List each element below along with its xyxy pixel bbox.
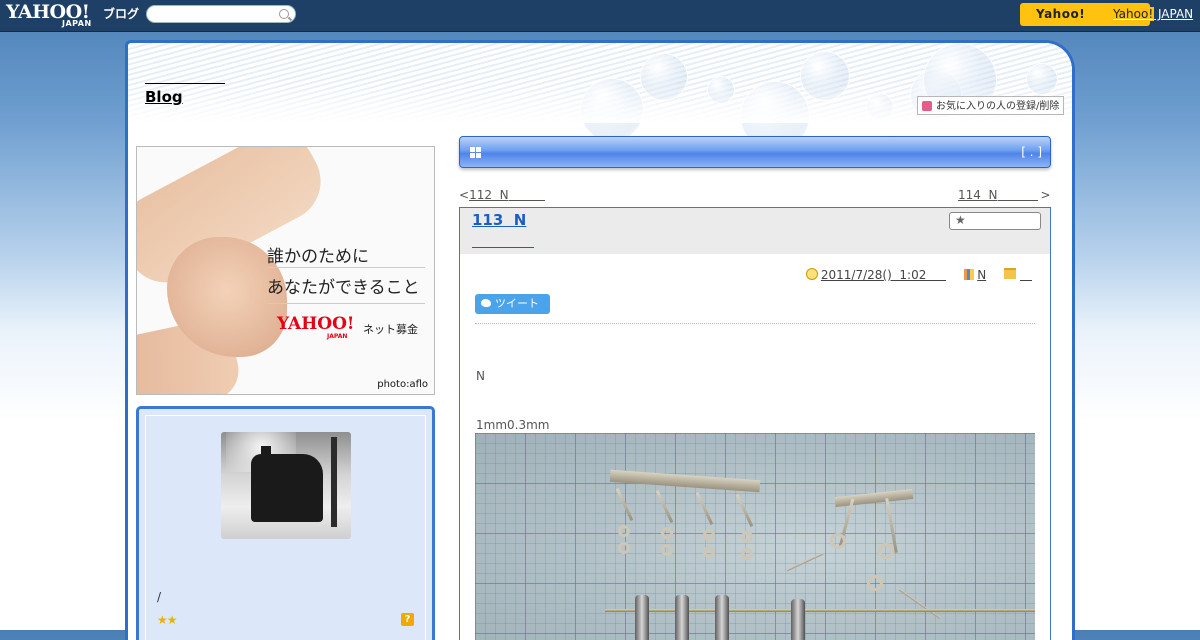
ad-line2: あなたができること — [267, 278, 420, 298]
photo-ring — [661, 527, 673, 539]
photo-wheel — [635, 595, 649, 640]
nav-prev-arrow: < — [459, 188, 470, 202]
tweet-button[interactable]: ツイート — [475, 294, 550, 314]
photo-locomotive — [251, 454, 323, 522]
heart-icon — [922, 101, 932, 111]
book-icon — [964, 269, 975, 280]
article-text-1: N — [476, 369, 485, 383]
blog-banner: Blog お気に入りの人の登録/削除 — [128, 43, 1072, 151]
article: 113 N ★ 2011/7/28() 1:02 N ツイート N 1mm0.3… — [459, 207, 1051, 640]
section-bar-bracket[interactable]: [ . ] — [1021, 145, 1042, 159]
photo-ring — [878, 543, 894, 559]
photo-ring — [703, 529, 715, 541]
favorite-star-button[interactable]: ★ — [949, 212, 1041, 230]
nav-next[interactable]: 114 N > — [958, 188, 1051, 202]
nav-prev[interactable]: <112 N — [459, 188, 545, 202]
photo-axle — [605, 609, 1035, 612]
favorite-register-label: お気に入りの人の登録/削除 — [936, 101, 1060, 112]
dotted-divider — [475, 323, 1035, 324]
ad-credit: photo:aflo — [377, 379, 428, 390]
article-text-2: 1mm0.3mm — [476, 418, 550, 432]
ad-service: ネット募金 — [363, 323, 418, 336]
photo-part — [609, 469, 761, 493]
ad-brand-sub: JAPAN — [327, 333, 348, 340]
profile-box: / ★★ ? — [136, 406, 435, 640]
ad-divider — [267, 303, 425, 304]
logo-japan: JAPAN — [62, 19, 92, 28]
photo-wheel — [715, 595, 729, 640]
grid-icon — [470, 147, 481, 158]
profile-slash: / — [157, 590, 162, 604]
photo-post — [331, 437, 337, 527]
yahoo-japan-link[interactable]: Yahoo! JAPAN — [1112, 7, 1193, 21]
favorite-register-button[interactable]: お気に入りの人の登録/削除 — [917, 96, 1064, 115]
clock-icon — [805, 268, 818, 280]
tweet-label: ツイート — [495, 297, 539, 310]
yahoo-japan-link-prefix: Yahoo! — [1112, 7, 1155, 21]
search-input[interactable] — [146, 5, 296, 23]
blog-frame: Blog お気に入りの人の登録/削除 誰かのために あなたができること YAHO… — [125, 40, 1075, 640]
global-header: YAHOO! JAPAN ブログ Yahoo! Yahoo! JAPAN — [0, 0, 1200, 31]
nav-next-underline — [997, 199, 1038, 201]
photo-wheel — [675, 595, 689, 640]
photo-ring — [830, 533, 846, 549]
logo-blog: ブログ — [103, 7, 140, 21]
section-header-bar: [ . ] — [459, 136, 1051, 168]
photo-part — [898, 588, 942, 620]
photo-part — [834, 488, 914, 508]
profile-photo[interactable] — [221, 432, 351, 539]
photo-ring — [867, 575, 883, 591]
article-photo[interactable] — [475, 433, 1035, 640]
photo-ring — [741, 531, 753, 543]
photo-ring — [661, 544, 673, 556]
article-title[interactable]: 113 N — [472, 211, 584, 229]
nav-next-arrow: > — [1040, 188, 1051, 202]
article-title-text: 113 N — [472, 211, 527, 229]
yahoo-logo[interactable]: YAHOO! JAPAN ブログ — [6, 2, 139, 28]
datetime-underline — [926, 279, 947, 281]
photo-ring — [703, 546, 715, 558]
photo-part — [695, 492, 714, 525]
twitter-bird-icon — [481, 299, 491, 307]
article-datetime[interactable]: 2011/7/28() 1:02 — [821, 268, 926, 282]
help-icon[interactable]: ? — [401, 613, 414, 626]
article-subtitle-link[interactable] — [472, 234, 534, 248]
article-category[interactable]: N — [977, 268, 986, 282]
blog-title[interactable]: Blog — [145, 83, 225, 106]
photo-ring — [618, 542, 630, 554]
nav-next-link[interactable]: 114 N — [958, 188, 998, 202]
promo-label: Yahoo! — [1036, 7, 1086, 21]
ad-brand: YAHOO! — [277, 314, 355, 334]
article-meta: 2011/7/28() 1:02 N — [805, 268, 1032, 282]
ad-line1: 誰かのために — [267, 247, 369, 267]
photo-part — [655, 490, 674, 523]
search-icon[interactable] — [279, 9, 289, 19]
yahoo-japan-link-suffix: JAPAN — [1154, 7, 1194, 21]
photo-ring — [741, 548, 753, 560]
folder-icon — [1004, 268, 1016, 279]
folder-underline — [1020, 279, 1032, 281]
star-icon: ★ — [955, 213, 966, 227]
photo-part — [615, 488, 634, 521]
article-header: 113 N ★ — [460, 208, 1050, 254]
nav-prev-link[interactable]: 112 N — [469, 188, 509, 202]
ad-banner[interactable]: 誰かのために あなたができること YAHOO! JAPAN ネット募金 phot… — [136, 146, 435, 395]
photo-wheel — [791, 599, 805, 640]
nav-prev-underline — [508, 199, 545, 201]
star-icon: ★★ — [157, 613, 177, 627]
ad-divider — [267, 267, 425, 268]
photo-part — [786, 552, 824, 572]
photo-ring — [618, 525, 630, 537]
photo-part — [735, 494, 754, 527]
